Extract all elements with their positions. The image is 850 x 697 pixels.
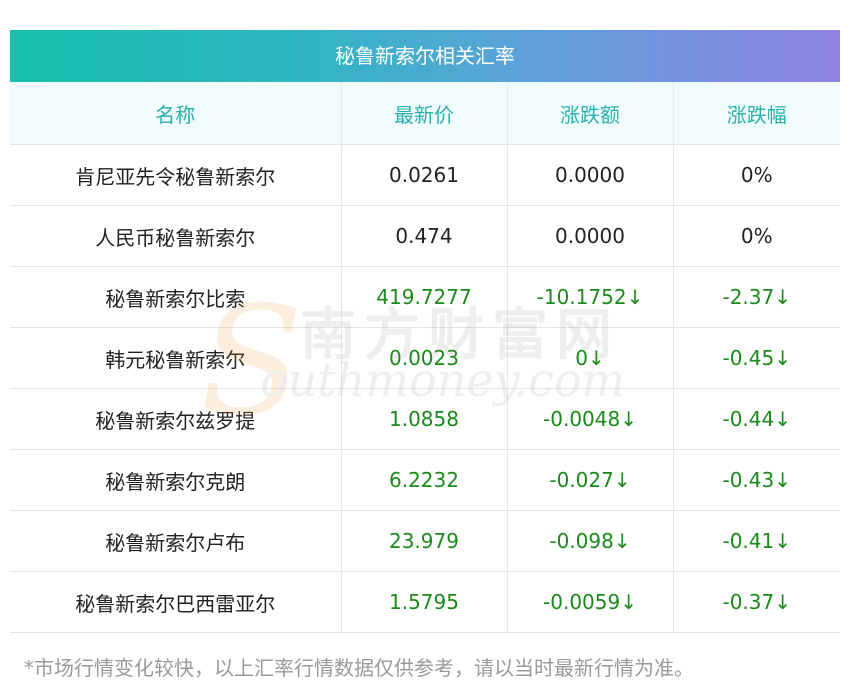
table-row: 秘鲁新索尔巴西雷亚尔 1.5795 -0.0059↓ -0.37↓ (10, 571, 840, 633)
cell-name: 秘鲁新索尔比索 (10, 266, 342, 328)
cell-price: 419.7277 (341, 266, 508, 328)
cell-price: 6.2232 (341, 449, 508, 511)
cell-name: 秘鲁新索尔巴西雷亚尔 (10, 571, 342, 633)
header-name: 名称 (10, 82, 342, 145)
cell-change-pct: -2.37↓ (673, 266, 840, 328)
cell-name: 肯尼亚先令秘鲁新索尔 (10, 144, 342, 206)
cell-change-pct: -0.37↓ (673, 571, 840, 633)
table-row: 人民币秘鲁新索尔 0.474 0.0000 0% (10, 205, 840, 267)
table-title: 秘鲁新索尔相关汇率 (10, 30, 840, 82)
cell-change: -0.098↓ (507, 510, 674, 572)
disclaimer-note: *市场行情变化较快，以上汇率行情数据仅供参考，请以当时最新行情为准。 (24, 656, 694, 680)
cell-change: -0.027↓ (507, 449, 674, 511)
table-row: 秘鲁新索尔兹罗提 1.0858 -0.0048↓ -0.44↓ (10, 388, 840, 450)
cell-change-pct: 0% (673, 144, 840, 206)
cell-name: 韩元秘鲁新索尔 (10, 327, 342, 389)
table-row: 秘鲁新索尔比索 419.7277 -10.1752↓ -2.37↓ (10, 266, 840, 328)
cell-change: 0↓ (507, 327, 674, 389)
cell-name: 人民币秘鲁新索尔 (10, 205, 342, 267)
cell-price: 0.0261 (341, 144, 508, 206)
cell-change: -0.0059↓ (507, 571, 674, 633)
cell-change: -0.0048↓ (507, 388, 674, 450)
table-row: 秘鲁新索尔卢布 23.979 -0.098↓ -0.41↓ (10, 510, 840, 572)
cell-price: 23.979 (341, 510, 508, 572)
header-price: 最新价 (341, 82, 508, 145)
cell-name: 秘鲁新索尔克朗 (10, 449, 342, 511)
header-row: 名称 最新价 涨跌额 涨跌幅 (10, 82, 840, 145)
cell-change-pct: -0.45↓ (673, 327, 840, 389)
table-row: 秘鲁新索尔克朗 6.2232 -0.027↓ -0.43↓ (10, 449, 840, 511)
cell-change: 0.0000 (507, 205, 674, 267)
cell-change-pct: -0.41↓ (673, 510, 840, 572)
cell-name: 秘鲁新索尔卢布 (10, 510, 342, 572)
header-change: 涨跌额 (507, 82, 674, 145)
table-row: 肯尼亚先令秘鲁新索尔 0.0261 0.0000 0% (10, 144, 840, 206)
cell-change: -10.1752↓ (507, 266, 674, 328)
cell-name: 秘鲁新索尔兹罗提 (10, 388, 342, 450)
cell-price: 1.0858 (341, 388, 508, 450)
exchange-rate-panel: 秘鲁新索尔相关汇率 名称 最新价 涨跌额 涨跌幅 肯尼亚先令秘鲁新索尔 0.026… (10, 30, 840, 633)
header-change-pct: 涨跌幅 (673, 82, 840, 145)
exchange-rate-table: 名称 最新价 涨跌额 涨跌幅 肯尼亚先令秘鲁新索尔 0.0261 0.0000 0% 人… (10, 82, 840, 633)
cell-price: 0.474 (341, 205, 508, 267)
cell-price: 1.5795 (341, 571, 508, 633)
cell-change-pct: -0.44↓ (673, 388, 840, 450)
cell-change-pct: -0.43↓ (673, 449, 840, 511)
cell-price: 0.0023 (341, 327, 508, 389)
cell-change: 0.0000 (507, 144, 674, 206)
cell-change-pct: 0% (673, 205, 840, 267)
table-row: 韩元秘鲁新索尔 0.0023 0↓ -0.45↓ (10, 327, 840, 389)
